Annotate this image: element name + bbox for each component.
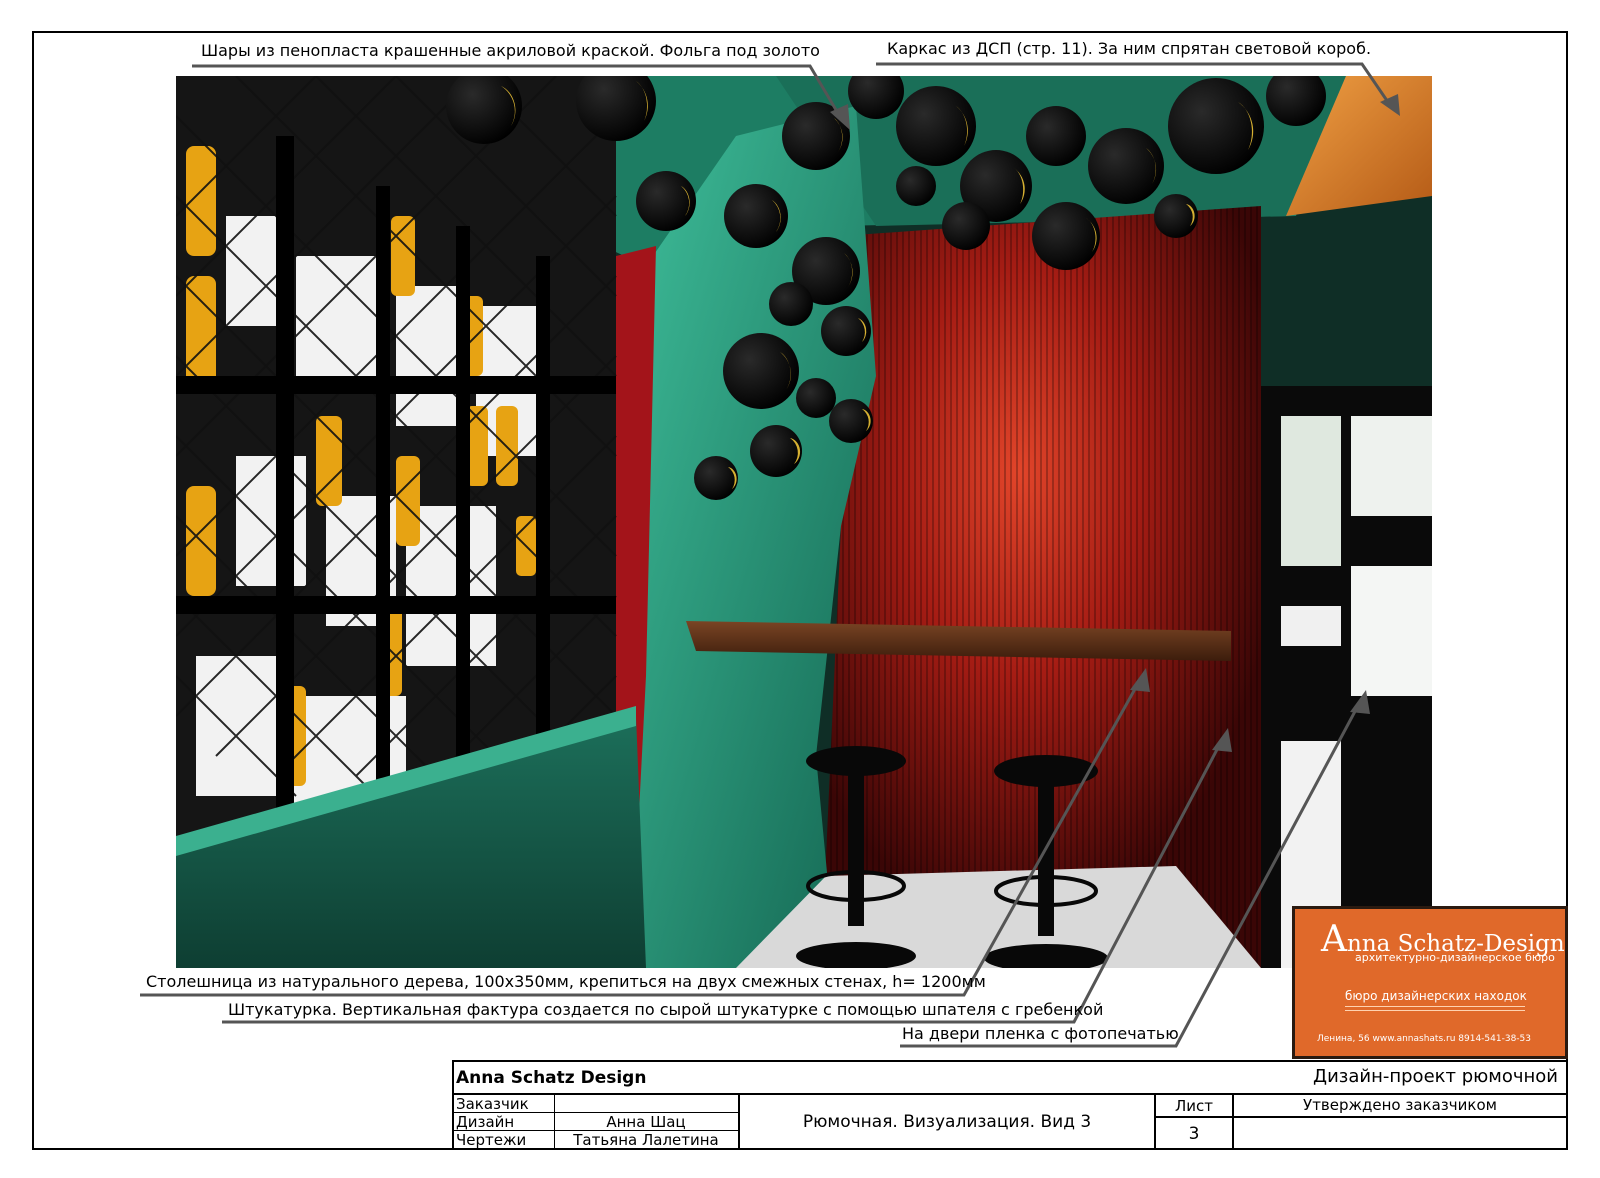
role-drawings: Чертежи bbox=[456, 1131, 527, 1149]
approval-label: Утверждено заказчиком bbox=[1303, 1096, 1497, 1114]
interior-visualization bbox=[176, 76, 1432, 968]
divider bbox=[454, 1093, 1566, 1095]
name-drawings: Татьяна Лалетина bbox=[573, 1131, 719, 1149]
divider bbox=[1154, 1116, 1566, 1118]
sheet-title: Рюмочная. Визуализация. Вид 3 bbox=[802, 1112, 1092, 1132]
annotation-door-film: На двери пленка с фотопечатью bbox=[902, 1024, 1179, 1043]
sheet-number: 3 bbox=[1188, 1124, 1200, 1144]
title-block: Anna Schatz Design Дизайн-проект рюмочно… bbox=[452, 1060, 1568, 1150]
annotation-frame: Каркас из ДСП (стр. 11). За ним спрятан … bbox=[887, 39, 1372, 58]
visualization-image bbox=[176, 76, 1432, 968]
stamp-rule bbox=[1345, 1010, 1525, 1011]
stamp-subtitle: архитектурно-дизайнерское бюро bbox=[1355, 951, 1555, 964]
annotation-spheres: Шары из пенопласта крашенные акриловой к… bbox=[201, 41, 820, 60]
annotation-plaster: Штукатурка. Вертикальная фактура создает… bbox=[228, 1000, 1104, 1019]
name-design: Анна Шац bbox=[606, 1113, 686, 1131]
stamp-tagline: бюро дизайнерских находок bbox=[1345, 989, 1527, 1003]
stamp-rule bbox=[1345, 1006, 1525, 1007]
stamp-contacts: Ленина, 56 www.annashats.ru 8914-541-38-… bbox=[1317, 1034, 1532, 1044]
annotation-countertop: Столешница из натурального дерева, 100х3… bbox=[146, 972, 986, 991]
project-title: Дизайн-проект рюмочной bbox=[1313, 1066, 1558, 1087]
role-customer: Заказчик bbox=[456, 1095, 529, 1113]
studio-name: Anna Schatz Design bbox=[456, 1068, 647, 1088]
role-design: Дизайн bbox=[456, 1113, 515, 1131]
sheet-label: Лист bbox=[1174, 1097, 1213, 1115]
company-stamp: Anna Schatz-Design архитектурно-дизайнер… bbox=[1292, 906, 1568, 1059]
